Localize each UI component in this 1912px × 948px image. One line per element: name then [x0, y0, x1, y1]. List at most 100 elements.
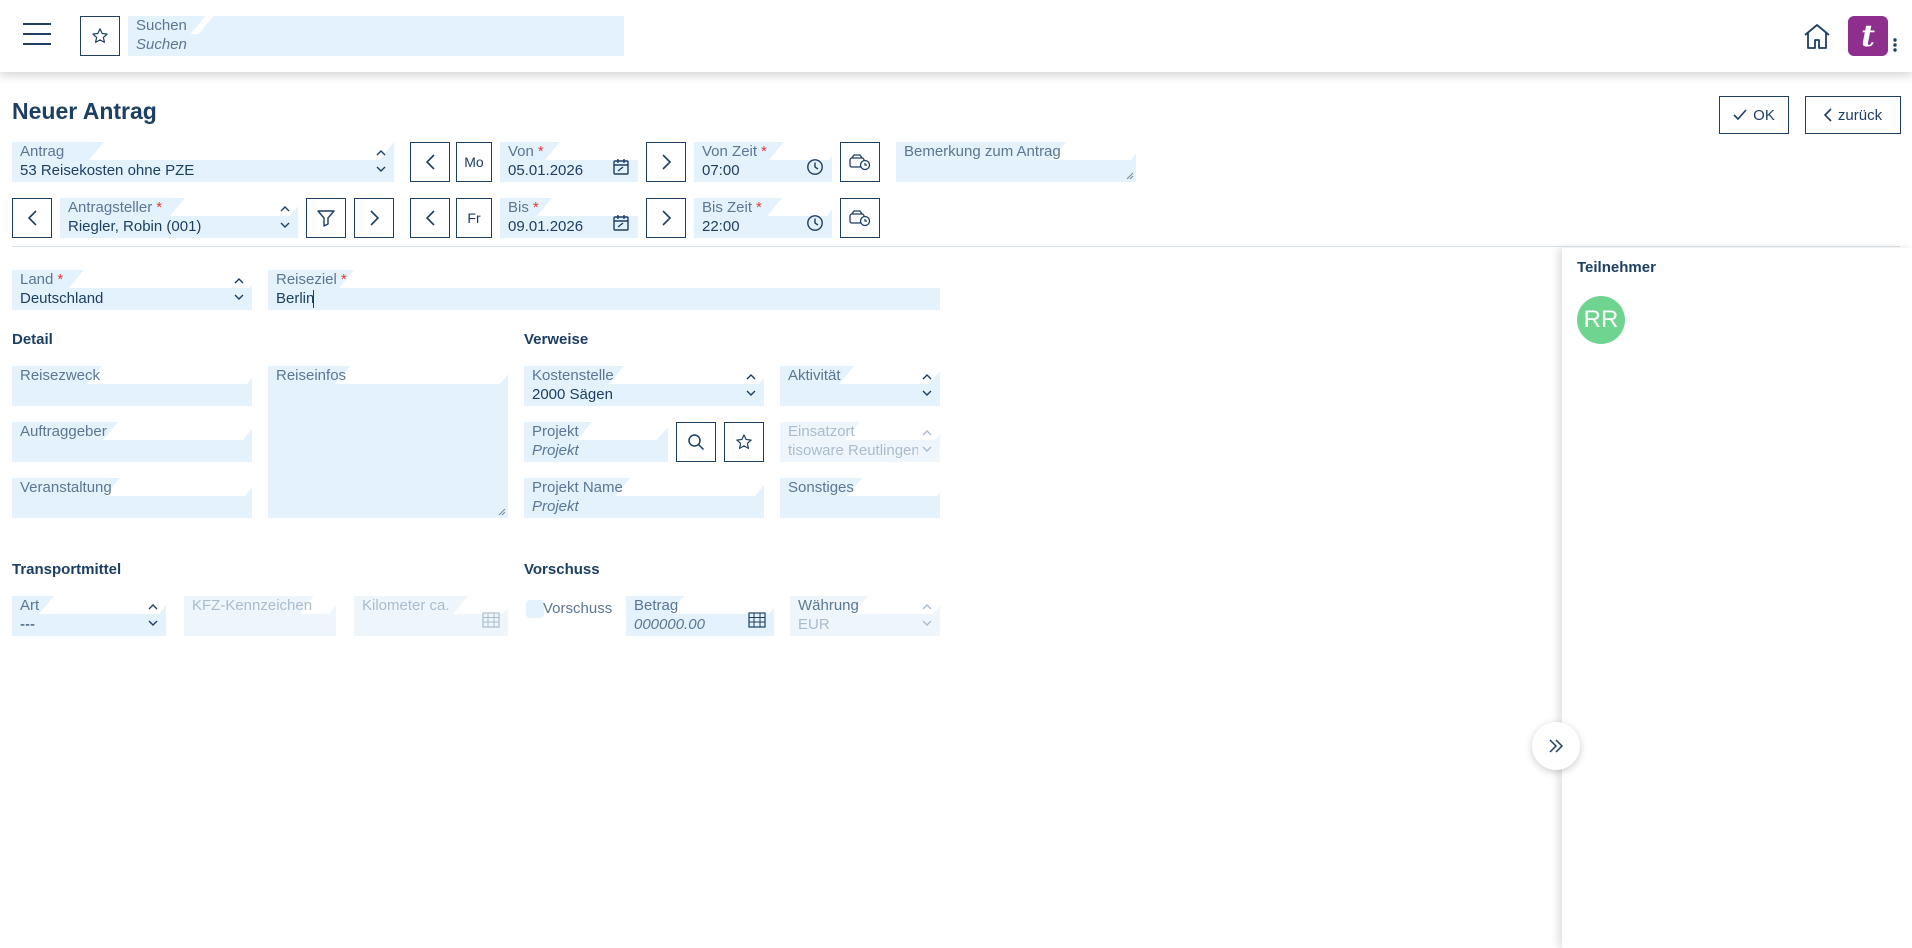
transport-heading: Transportmittel — [12, 561, 122, 578]
bis-prev-day-button[interactable] — [410, 198, 450, 238]
top-bar: Suchen Suchen t — [0, 0, 1912, 72]
calendar-icon[interactable] — [612, 214, 630, 232]
clock-icon[interactable] — [806, 214, 824, 232]
antragsteller-prev-button[interactable] — [12, 198, 52, 238]
ok-label: OK — [1753, 106, 1775, 124]
kilometer-input: Kilometer ca. — [354, 596, 508, 636]
bis-label: Bis — [508, 199, 529, 216]
von-label: Von — [508, 143, 534, 160]
antrag-select[interactable]: Antrag 53 Reisekosten ohne PZE — [12, 142, 394, 182]
chevron-updown-icon — [922, 374, 932, 396]
projekt-name-placeholder: Projekt — [532, 498, 579, 515]
aktivitaet-label: Aktivität — [788, 367, 841, 384]
auftraggeber-label: Auftraggeber — [20, 423, 107, 440]
projekt-input[interactable]: Projekt Projekt — [524, 422, 668, 462]
von-prev-day-button[interactable] — [410, 142, 450, 182]
ok-button[interactable]: OK — [1719, 96, 1789, 134]
bis-time-preset-button[interactable] — [840, 198, 880, 238]
reisezweck-input[interactable]: Reisezweck — [12, 366, 252, 406]
divider — [12, 246, 1900, 247]
reiseinfos-textarea[interactable]: Reiseinfos — [268, 366, 508, 518]
back-button[interactable]: zurück — [1805, 96, 1901, 134]
search-placeholder: Suchen — [136, 36, 187, 53]
reiseziel-label: Reiseziel — [276, 271, 337, 288]
veranstaltung-input[interactable]: Veranstaltung — [12, 478, 252, 518]
projekt-search-button[interactable] — [676, 422, 716, 462]
kostenstelle-select[interactable]: Kostenstelle 2000 Sägen — [524, 366, 764, 406]
bemerkung-textarea[interactable]: Bemerkung zum Antrag — [896, 142, 1136, 182]
check-icon — [1733, 109, 1747, 121]
calculator-icon — [482, 612, 500, 628]
waehrung-value: EUR — [798, 616, 830, 633]
reiseziel-input[interactable]: Reiseziel * Berlin — [268, 270, 940, 310]
collapse-panel-button[interactable] — [1532, 722, 1580, 770]
calculator-icon[interactable] — [748, 612, 766, 628]
aktivitaet-select[interactable]: Aktivität — [780, 366, 940, 406]
avatar[interactable]: RR — [1577, 296, 1625, 344]
chevron-left-icon — [425, 210, 435, 226]
vorschuss-checkbox-label: Vorschuss — [543, 600, 613, 617]
bis-date-value: 09.01.2026 — [508, 218, 584, 235]
chevron-right-icon — [661, 210, 671, 226]
vorschuss-checkbox[interactable] — [526, 600, 544, 618]
bis-date-field[interactable]: Bis * 09.01.2026 — [500, 198, 638, 238]
back-label: zurück — [1837, 106, 1883, 124]
von-next-day-button[interactable] — [646, 142, 686, 182]
filter-button[interactable] — [306, 198, 346, 238]
projekt-favorite-button[interactable] — [724, 422, 764, 462]
land-value: Deutschland — [20, 290, 104, 307]
sonstiges-label: Sonstiges — [788, 479, 854, 496]
vorschuss-heading: Vorschuss — [524, 561, 600, 578]
bis-next-day-button[interactable] — [646, 198, 686, 238]
betrag-label: Betrag — [634, 597, 679, 614]
antragsteller-select[interactable]: Antragsteller * Riegler, Robin (001) — [60, 198, 298, 238]
betrag-placeholder: 000000.00 — [634, 616, 705, 633]
von-zeit-label: Von Zeit — [702, 143, 758, 160]
sonstiges-input[interactable]: Sonstiges — [780, 478, 940, 518]
waehrung-select: Währung EUR — [790, 596, 940, 636]
travel-clock-icon — [849, 210, 871, 227]
chevron-updown-icon — [922, 604, 932, 626]
auftraggeber-input[interactable]: Auftraggeber — [12, 422, 252, 462]
more-options-icon[interactable] — [1893, 38, 1897, 52]
calendar-icon[interactable] — [612, 158, 630, 176]
clock-icon[interactable] — [806, 158, 824, 176]
chevron-updown-icon — [280, 206, 290, 228]
detail-heading: Detail — [12, 331, 53, 348]
resize-handle-icon[interactable] — [1126, 172, 1134, 180]
chevron-updown-icon — [148, 604, 158, 626]
land-label: Land — [20, 271, 54, 288]
chevron-right-icon — [661, 154, 671, 170]
double-chevron-right-icon — [1549, 739, 1564, 753]
bis-zeit-value: 22:00 — [702, 218, 740, 235]
land-select[interactable]: Land * Deutschland — [12, 270, 252, 310]
antragsteller-next-button[interactable] — [354, 198, 394, 238]
einsatzort-value: tisoware Reutlingen — [788, 442, 918, 459]
antrag-label: Antrag — [20, 143, 65, 160]
betrag-input[interactable]: Betrag 000000.00 — [626, 596, 774, 636]
bis-zeit-field[interactable]: Bis Zeit * 22:00 — [694, 198, 832, 238]
favorites-button[interactable] — [80, 16, 120, 56]
von-time-preset-button[interactable] — [840, 142, 880, 182]
chevron-updown-icon — [376, 150, 386, 172]
einsatzort-label: Einsatzort — [788, 423, 855, 440]
teilnehmer-heading: Teilnehmer — [1577, 259, 1656, 276]
kfz-kennzeichen-input: KFZ-Kennzeichen — [184, 596, 336, 636]
von-zeit-field[interactable]: Von Zeit * 07:00 — [694, 142, 832, 182]
art-select[interactable]: Art --- — [12, 596, 166, 636]
logo-letter: t — [1861, 18, 1875, 54]
von-date-field[interactable]: Von * 05.01.2026 — [500, 142, 638, 182]
von-date-value: 05.01.2026 — [508, 162, 584, 179]
home-icon[interactable] — [1802, 22, 1832, 50]
waehrung-label: Währung — [798, 597, 859, 614]
projekt-name-input[interactable]: Projekt Name Projekt — [524, 478, 764, 518]
app-logo[interactable]: t — [1848, 16, 1888, 56]
text-cursor — [313, 290, 314, 308]
search-input[interactable]: Suchen Suchen — [128, 16, 624, 56]
antragsteller-value: Riegler, Robin (001) — [68, 218, 202, 235]
page-title: Neuer Antrag — [12, 98, 157, 124]
menu-icon[interactable] — [22, 20, 52, 48]
art-label: Art — [20, 597, 40, 614]
veranstaltung-label: Veranstaltung — [20, 479, 112, 496]
resize-handle-icon[interactable] — [498, 508, 506, 516]
